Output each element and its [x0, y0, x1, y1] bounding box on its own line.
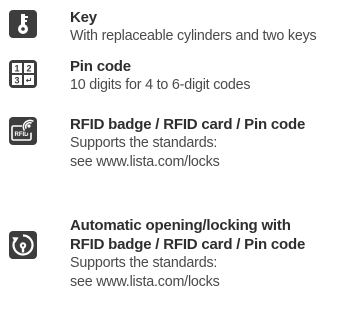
feature-rfid: RFID RFID badge / RFID card / Pin code S…	[0, 108, 363, 188]
feature-title: Pin code	[70, 58, 131, 75]
keypad-icon: 1 2 3 ↵	[9, 60, 37, 88]
key-icon	[9, 10, 37, 38]
rfid-icon: RFID	[9, 117, 37, 145]
feature-automatic-locking: Automatic opening/locking with RFID badg…	[0, 217, 363, 318]
feature-title: Automatic opening/locking with	[70, 217, 291, 234]
feature-description: 10 digits for 4 to 6-digit codes	[70, 77, 251, 93]
feature-title: RFID badge / RFID card / Pin code	[70, 116, 306, 133]
keypad-key: 3	[14, 76, 19, 86]
feature-description: Supports the standards:	[70, 255, 218, 271]
keypad-key: ↵	[26, 76, 33, 85]
feature-title: Key	[70, 9, 97, 26]
keypad-key: 2	[26, 64, 31, 74]
feature-description: see www.lista.com/locks	[70, 274, 220, 290]
feature-description: With replaceable cylinders and two keys	[70, 28, 317, 44]
feature-key: Key With replaceable cylinders and two k…	[0, 0, 363, 50]
feature-pin-code: 1 2 3 ↵ Pin code 10 digits for 4 to 6-di…	[0, 50, 363, 106]
feature-description: see www.lista.com/locks	[70, 154, 220, 170]
auto-lock-icon	[9, 231, 37, 259]
feature-title-line2: RFID badge / RFID card / Pin code	[70, 236, 306, 253]
feature-description: Supports the standards:	[70, 135, 218, 151]
keypad-key: 1	[14, 64, 19, 74]
rfid-label: RFID	[15, 132, 30, 138]
